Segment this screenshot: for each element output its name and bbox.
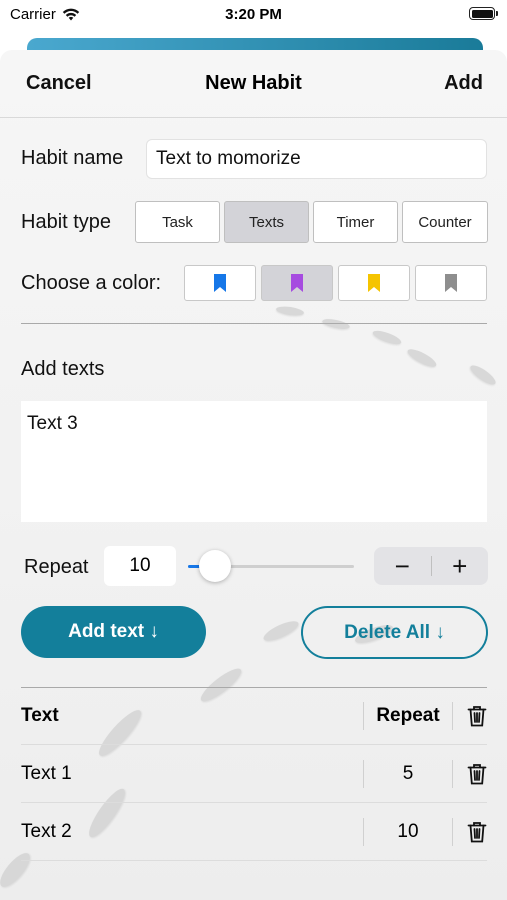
habit-type-label: Habit type bbox=[21, 211, 112, 233]
delete-all-rows-button[interactable] bbox=[453, 705, 487, 727]
page-title: New Habit bbox=[205, 72, 302, 94]
header-repeat: Repeat bbox=[376, 705, 440, 726]
battery-icon bbox=[469, 7, 498, 20]
slider-thumb[interactable] bbox=[198, 550, 231, 582]
bookmark-icon bbox=[368, 274, 380, 292]
table-row: Text 2 10 bbox=[21, 803, 487, 861]
repeat-stepper: − + bbox=[374, 547, 488, 585]
texts-input[interactable]: Text 3 bbox=[21, 401, 487, 522]
row-text: Text 2 bbox=[21, 820, 72, 842]
row-repeat: 5 bbox=[402, 762, 414, 784]
color-option-yellow[interactable] bbox=[338, 265, 410, 301]
row-repeat: 10 bbox=[397, 820, 419, 842]
bookmark-icon bbox=[445, 274, 457, 292]
table-header: Text Repeat bbox=[21, 687, 487, 745]
increment-button[interactable]: + bbox=[432, 547, 489, 585]
add-texts-label: Add texts bbox=[21, 358, 105, 380]
delete-row-button[interactable] bbox=[453, 763, 487, 785]
habit-type-texts[interactable]: Texts bbox=[224, 201, 309, 243]
delete-all-button[interactable]: Delete All ↓ bbox=[301, 606, 488, 659]
decrement-button[interactable]: − bbox=[374, 547, 431, 585]
color-option-purple[interactable] bbox=[261, 265, 333, 301]
header-text: Text bbox=[21, 705, 59, 726]
new-habit-sheet: Cancel New Habit Add Habit name Text to … bbox=[0, 50, 507, 900]
delete-row-button[interactable] bbox=[453, 821, 487, 843]
row-text: Text 1 bbox=[21, 762, 72, 784]
habit-name-label: Habit name bbox=[21, 147, 124, 169]
nav-bar: Cancel New Habit Add bbox=[0, 50, 507, 118]
color-option-blue[interactable] bbox=[184, 265, 256, 301]
habit-type-counter[interactable]: Counter bbox=[402, 201, 488, 243]
habit-type-task[interactable]: Task bbox=[135, 201, 220, 243]
status-bar: Carrier 3:20 PM bbox=[0, 0, 507, 30]
trash-icon bbox=[467, 706, 487, 727]
section-divider bbox=[21, 323, 487, 324]
repeat-label: Repeat bbox=[24, 556, 89, 578]
status-time: 3:20 PM bbox=[225, 6, 282, 23]
trash-icon bbox=[467, 763, 487, 784]
screen: Carrier 3:20 PM Cancel New Habit Add Hab… bbox=[0, 0, 507, 900]
repeat-input[interactable]: 10 bbox=[104, 546, 176, 586]
habit-name-input[interactable]: Text to momorize bbox=[146, 139, 487, 179]
bookmark-icon bbox=[291, 274, 303, 292]
texts-table: Text Repeat Text 1 5 Text 2 10 bbox=[21, 687, 487, 861]
habit-type-timer[interactable]: Timer bbox=[313, 201, 398, 243]
color-option-gray[interactable] bbox=[415, 265, 487, 301]
color-label: Choose a color: bbox=[21, 272, 162, 294]
trash-icon bbox=[467, 821, 487, 842]
add-text-button[interactable]: Add text ↓ bbox=[21, 606, 206, 658]
bookmark-icon bbox=[214, 274, 226, 292]
table-row: Text 1 5 bbox=[21, 745, 487, 803]
add-habit-button[interactable]: Add bbox=[444, 72, 483, 95]
